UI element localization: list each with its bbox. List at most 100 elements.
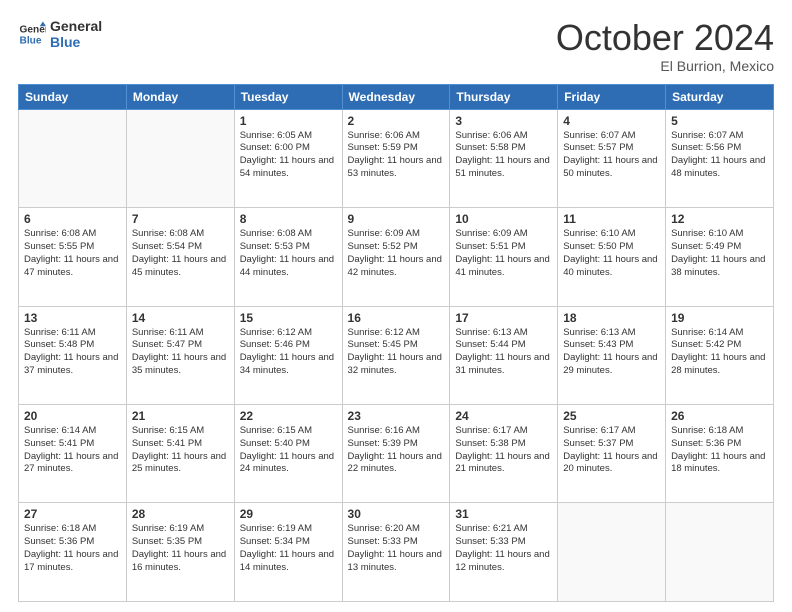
cell-info: Sunrise: 6:11 AMSunset: 5:48 PMDaylight:… [24, 327, 121, 378]
calendar-cell [666, 503, 774, 602]
cell-info: Sunrise: 6:06 AMSunset: 5:58 PMDaylight:… [455, 130, 552, 181]
day-number: 22 [240, 409, 337, 423]
calendar-cell: 17 Sunrise: 6:13 AMSunset: 5:44 PMDayligh… [450, 306, 558, 404]
day-number: 21 [132, 409, 229, 423]
day-number: 9 [348, 212, 445, 226]
calendar-cell: 3 Sunrise: 6:06 AMSunset: 5:58 PMDaylight… [450, 109, 558, 207]
cell-info: Sunrise: 6:20 AMSunset: 5:33 PMDaylight:… [348, 523, 445, 574]
cell-info: Sunrise: 6:10 AMSunset: 5:50 PMDaylight:… [563, 228, 660, 279]
calendar-cell: 28 Sunrise: 6:19 AMSunset: 5:35 PMDayligh… [126, 503, 234, 602]
cell-info: Sunrise: 6:08 AMSunset: 5:55 PMDaylight:… [24, 228, 121, 279]
day-number: 18 [563, 311, 660, 325]
day-number: 12 [671, 212, 768, 226]
calendar-cell: 24Sunrise: 6:17 AMSunset: 5:38 PMDayligh… [450, 405, 558, 503]
day-number: 29 [240, 507, 337, 521]
day-number: 14 [132, 311, 229, 325]
calendar-cell: 9 Sunrise: 6:09 AMSunset: 5:52 PMDaylight… [342, 208, 450, 306]
calendar-cell: 15 Sunrise: 6:12 AMSunset: 5:46 PMDayligh… [234, 306, 342, 404]
day-number: 8 [240, 212, 337, 226]
weekday-header-monday: Monday [126, 84, 234, 109]
cell-info: Sunrise: 6:19 AMSunset: 5:34 PMDaylight:… [240, 523, 337, 574]
day-number: 13 [24, 311, 121, 325]
calendar-cell: 26 Sunrise: 6:18 AMSunset: 5:36 PMDayligh… [666, 405, 774, 503]
weekday-header-row: SundayMondayTuesdayWednesdayThursdayFrid… [19, 84, 774, 109]
calendar-cell: 21Sunrise: 6:15 AMSunset: 5:41 PMDayligh… [126, 405, 234, 503]
day-number: 10 [455, 212, 552, 226]
calendar-cell: 13 Sunrise: 6:11 AMSunset: 5:48 PMDayligh… [19, 306, 127, 404]
calendar-cell: 16 Sunrise: 6:12 AMSunset: 5:45 PMDayligh… [342, 306, 450, 404]
calendar-table: SundayMondayTuesdayWednesdayThursdayFrid… [18, 84, 774, 602]
cell-info: Sunrise: 6:18 AMSunset: 5:36 PMDaylight:… [24, 523, 121, 574]
cell-info: Sunrise: 6:09 AMSunset: 5:51 PMDaylight:… [455, 228, 552, 279]
cell-info: Sunrise: 6:09 AMSunset: 5:52 PMDaylight:… [348, 228, 445, 279]
cell-info: Sunrise: 6:08 AMSunset: 5:53 PMDaylight:… [240, 228, 337, 279]
week-row-1: 6 Sunrise: 6:08 AMSunset: 5:55 PMDaylight… [19, 208, 774, 306]
day-number: 3 [455, 114, 552, 128]
cell-info: Sunrise: 6:21 AMSunset: 5:33 PMDaylight:… [455, 523, 552, 574]
day-number: 30 [348, 507, 445, 521]
day-number: 28 [132, 507, 229, 521]
cell-info: Sunrise: 6:06 AMSunset: 5:59 PMDaylight:… [348, 130, 445, 181]
calendar-cell: 20Sunrise: 6:14 AMSunset: 5:41 PMDayligh… [19, 405, 127, 503]
calendar-cell: 5 Sunrise: 6:07 AMSunset: 5:56 PMDaylight… [666, 109, 774, 207]
calendar-cell: 31 Sunrise: 6:21 AMSunset: 5:33 PMDayligh… [450, 503, 558, 602]
title-area: October 2024 El Burrion, Mexico [556, 18, 774, 74]
cell-info: Sunrise: 6:16 AMSunset: 5:39 PMDaylight:… [348, 425, 445, 476]
calendar-cell: 6 Sunrise: 6:08 AMSunset: 5:55 PMDaylight… [19, 208, 127, 306]
day-number: 16 [348, 311, 445, 325]
week-row-3: 20Sunrise: 6:14 AMSunset: 5:41 PMDayligh… [19, 405, 774, 503]
calendar-cell [126, 109, 234, 207]
logo-blue: Blue [50, 34, 102, 50]
calendar-cell [19, 109, 127, 207]
calendar-cell: 25Sunrise: 6:17 AMSunset: 5:37 PMDayligh… [558, 405, 666, 503]
cell-info: Sunrise: 6:18 AMSunset: 5:36 PMDaylight:… [671, 425, 768, 476]
day-number: 2 [348, 114, 445, 128]
calendar-cell: 10 Sunrise: 6:09 AMSunset: 5:51 PMDayligh… [450, 208, 558, 306]
day-number: 17 [455, 311, 552, 325]
cell-info: Sunrise: 6:13 AMSunset: 5:44 PMDaylight:… [455, 327, 552, 378]
cell-info: Sunrise: 6:13 AMSunset: 5:43 PMDaylight:… [563, 327, 660, 378]
logo: General Blue General Blue [18, 18, 102, 50]
cell-info: Sunrise: 6:07 AMSunset: 5:56 PMDaylight:… [671, 130, 768, 181]
cell-info: Sunrise: 6:12 AMSunset: 5:46 PMDaylight:… [240, 327, 337, 378]
calendar: SundayMondayTuesdayWednesdayThursdayFrid… [18, 84, 774, 602]
cell-info: Sunrise: 6:11 AMSunset: 5:47 PMDaylight:… [132, 327, 229, 378]
calendar-cell: 2 Sunrise: 6:06 AMSunset: 5:59 PMDaylight… [342, 109, 450, 207]
weekday-header-tuesday: Tuesday [234, 84, 342, 109]
cell-info: Sunrise: 6:19 AMSunset: 5:35 PMDaylight:… [132, 523, 229, 574]
calendar-cell: 29 Sunrise: 6:19 AMSunset: 5:34 PMDayligh… [234, 503, 342, 602]
day-number: 27 [24, 507, 121, 521]
weekday-header-wednesday: Wednesday [342, 84, 450, 109]
calendar-cell: 8 Sunrise: 6:08 AMSunset: 5:53 PMDaylight… [234, 208, 342, 306]
weekday-header-sunday: Sunday [19, 84, 127, 109]
calendar-cell: 19Sunrise: 6:14 AMSunset: 5:42 PMDayligh… [666, 306, 774, 404]
svg-text:Blue: Blue [20, 35, 42, 46]
day-number: 6 [24, 212, 121, 226]
calendar-cell: 7 Sunrise: 6:08 AMSunset: 5:54 PMDaylight… [126, 208, 234, 306]
day-number: 5 [671, 114, 768, 128]
cell-info: Sunrise: 6:17 AMSunset: 5:38 PMDaylight:… [455, 425, 552, 476]
page: General Blue General Blue October 2024 E… [0, 0, 792, 612]
day-number: 7 [132, 212, 229, 226]
day-number: 15 [240, 311, 337, 325]
month-title: October 2024 [556, 18, 774, 58]
calendar-cell: 30 Sunrise: 6:20 AMSunset: 5:33 PMDayligh… [342, 503, 450, 602]
weekday-header-friday: Friday [558, 84, 666, 109]
calendar-cell [558, 503, 666, 602]
cell-info: Sunrise: 6:17 AMSunset: 5:37 PMDaylight:… [563, 425, 660, 476]
cell-info: Sunrise: 6:08 AMSunset: 5:54 PMDaylight:… [132, 228, 229, 279]
calendar-cell: 11Sunrise: 6:10 AMSunset: 5:50 PMDayligh… [558, 208, 666, 306]
logo-general: General [50, 18, 102, 34]
calendar-cell: 14 Sunrise: 6:11 AMSunset: 5:47 PMDayligh… [126, 306, 234, 404]
cell-info: Sunrise: 6:14 AMSunset: 5:42 PMDaylight:… [671, 327, 768, 378]
day-number: 20 [24, 409, 121, 423]
weekday-header-thursday: Thursday [450, 84, 558, 109]
cell-info: Sunrise: 6:12 AMSunset: 5:45 PMDaylight:… [348, 327, 445, 378]
day-number: 26 [671, 409, 768, 423]
day-number: 31 [455, 507, 552, 521]
calendar-header: SundayMondayTuesdayWednesdayThursdayFrid… [19, 84, 774, 109]
week-row-2: 13 Sunrise: 6:11 AMSunset: 5:48 PMDayligh… [19, 306, 774, 404]
day-number: 1 [240, 114, 337, 128]
location: El Burrion, Mexico [556, 58, 774, 74]
calendar-body: 1Sunrise: 6:05 AMSunset: 6:00 PMDaylight… [19, 109, 774, 601]
